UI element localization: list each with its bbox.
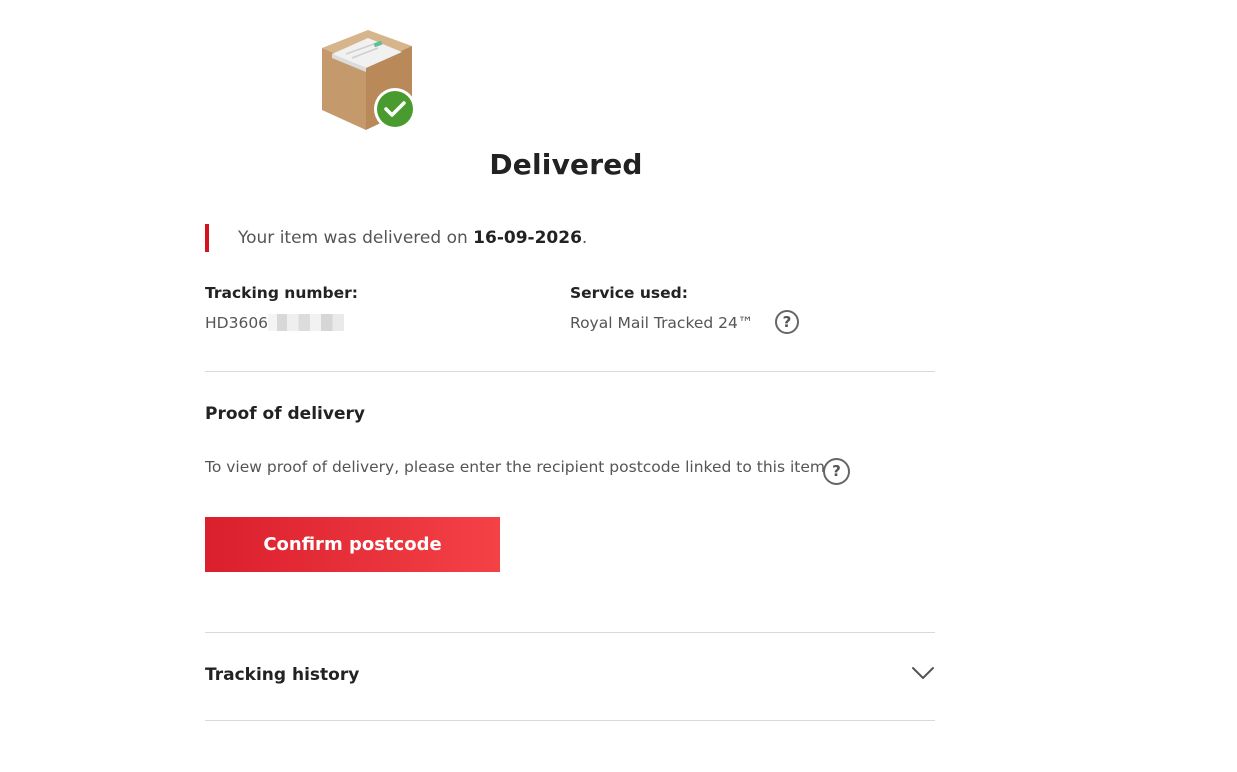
tracking-number-text: HD3606 — [205, 314, 269, 332]
service-help-icon[interactable]: ? — [775, 310, 799, 334]
delivery-date: 16-09-2026 — [473, 228, 582, 248]
confirm-postcode-button[interactable]: Confirm postcode — [205, 517, 500, 572]
redacted-tracking-digits — [268, 314, 345, 331]
proof-of-delivery-title: Proof of delivery — [205, 404, 365, 424]
service-used-label: Service used: — [570, 284, 688, 302]
delivery-notice: Your item was delivered on 16-09-2026. — [205, 224, 587, 252]
delivery-notice-prefix: Your item was delivered on — [238, 228, 474, 248]
proof-of-delivery-text: To view proof of delivery, please enter … — [205, 458, 825, 476]
service-used-value: Royal Mail Tracked 24™ — [570, 314, 754, 332]
page-title: Delivered — [489, 148, 643, 181]
delivery-notice-suffix: . — [581, 228, 588, 248]
divider — [205, 720, 935, 721]
proof-help-icon[interactable]: ? — [823, 458, 850, 485]
divider — [205, 371, 935, 372]
tracking-number-value: HD3606 — [205, 314, 345, 332]
tracking-number-label: Tracking number: — [205, 284, 358, 302]
tracking-history-title[interactable]: Tracking history — [205, 665, 359, 685]
divider — [205, 632, 935, 633]
chevron-down-icon[interactable] — [910, 664, 936, 682]
parcel-delivered-icon — [316, 26, 416, 132]
